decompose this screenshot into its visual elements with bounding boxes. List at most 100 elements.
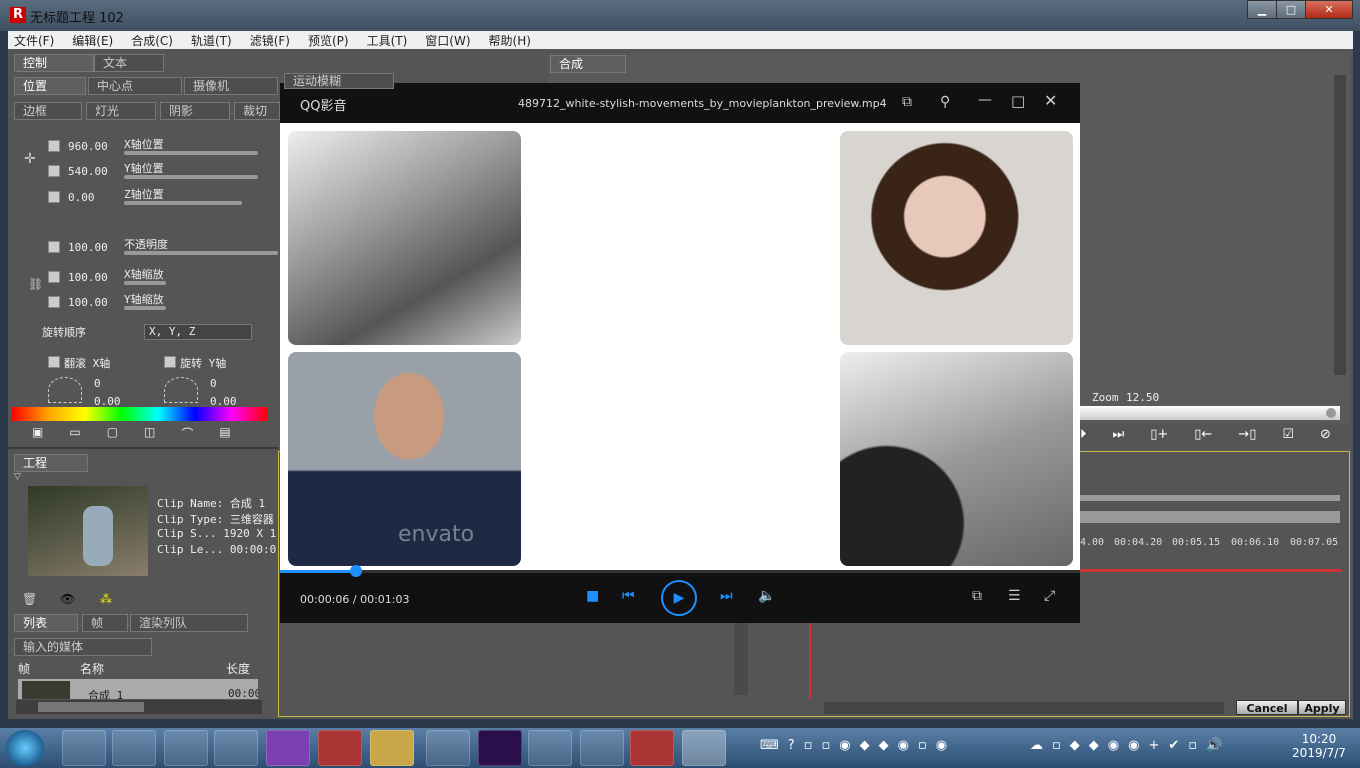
collapse-triangle-icon[interactable]: ▽ xyxy=(14,472,21,482)
tab-input-media[interactable]: 输入的媒体 xyxy=(14,638,152,656)
x-position-value[interactable]: 960.00 xyxy=(68,140,108,153)
zoom-slider[interactable] xyxy=(1080,406,1340,420)
x-position-slider[interactable] xyxy=(124,151,258,155)
media-row[interactable]: 合成 1 00:00 xyxy=(18,679,258,699)
tab-border[interactable]: 边框 xyxy=(14,102,82,120)
close-icon[interactable]: ✕ xyxy=(1044,91,1057,110)
tab-position[interactable]: 位置 xyxy=(14,77,86,95)
range-bar[interactable] xyxy=(1080,495,1340,501)
rect-split-icon[interactable]: ◫ xyxy=(144,425,155,445)
player-app-menu[interactable]: QQ影音 xyxy=(300,95,346,114)
rotate-checkbox[interactable] xyxy=(164,356,176,368)
rotate-dial[interactable] xyxy=(164,377,198,403)
tab-light[interactable]: 灯光 xyxy=(86,102,156,120)
winrar-icon[interactable] xyxy=(630,730,674,766)
tab-render-queue[interactable]: 渲染列队 xyxy=(130,614,248,632)
minimize-icon[interactable]: — xyxy=(978,92,992,108)
col-length[interactable]: 长度 xyxy=(226,660,250,677)
taskbar-app[interactable] xyxy=(266,730,310,766)
menu-edit[interactable]: 编辑(E) xyxy=(72,32,113,49)
system-tray-right[interactable]: ☁▫◆◆◉◉+✔▫🔊 xyxy=(1030,738,1260,758)
start-button[interactable] xyxy=(6,730,44,766)
z-position-value[interactable]: 0.00 xyxy=(68,191,95,204)
x-scale-value[interactable]: 100.00 xyxy=(68,271,108,284)
key-next-icon[interactable]: →▯ xyxy=(1238,427,1256,442)
nodes-icon[interactable]: ⁂ xyxy=(100,592,112,606)
add-key-icon[interactable]: ▯+ xyxy=(1150,427,1168,442)
after-effects-icon[interactable] xyxy=(478,730,522,766)
cancel-button[interactable]: Cancel xyxy=(1236,700,1298,715)
maximize-button[interactable]: □ xyxy=(1276,0,1306,19)
tab-crop[interactable]: 裁切 xyxy=(234,102,280,120)
taskbar-app[interactable] xyxy=(112,730,156,766)
fullscreen-icon[interactable]: ⤢ xyxy=(1044,588,1055,604)
y-scale-value[interactable]: 100.00 xyxy=(68,296,108,309)
pin-icon[interactable]: ⚲ xyxy=(940,94,950,110)
tab-compose[interactable]: 合成 xyxy=(550,55,626,73)
play-button[interactable]: ▶ xyxy=(661,580,697,616)
system-tray-left[interactable]: ⌨?▫▫◉◆◆◉▫◉ xyxy=(760,738,1020,758)
y-scale-slider[interactable] xyxy=(124,306,166,310)
flip-checkbox[interactable] xyxy=(48,356,60,368)
settings-sliders-icon[interactable]: ☰ xyxy=(1008,588,1021,604)
taskbar-app[interactable] xyxy=(164,730,208,766)
maximize-icon[interactable]: □ xyxy=(1011,92,1025,110)
mini-mode-icon[interactable]: ⧉ xyxy=(902,94,912,110)
flip-dial[interactable] xyxy=(48,377,82,403)
menu-tools[interactable]: 工具(T) xyxy=(367,32,408,49)
prop-checkbox[interactable] xyxy=(48,140,60,152)
trash-icon[interactable]: 🗑 xyxy=(22,592,37,606)
vertical-scrollbar[interactable] xyxy=(1334,75,1346,375)
check-icon[interactable]: ☑ xyxy=(1282,427,1294,442)
col-frame[interactable]: 帧 xyxy=(18,660,30,677)
step-forward-icon[interactable]: ⏵ xyxy=(1080,427,1087,442)
color-spectrum[interactable] xyxy=(12,407,268,421)
y-position-slider[interactable] xyxy=(124,175,258,179)
tab-center[interactable]: 中心点 xyxy=(88,77,182,95)
tab-motion-blur[interactable]: 运动模糊 xyxy=(284,73,394,89)
disable-icon[interactable]: ⊘ xyxy=(1320,427,1331,442)
menu-track[interactable]: 轨道(T) xyxy=(191,32,232,49)
progress-handle[interactable] xyxy=(350,565,362,577)
taskbar-app[interactable] xyxy=(62,730,106,766)
menu-filter[interactable]: 滤镜(F) xyxy=(250,32,290,49)
menu-window[interactable]: 窗口(W) xyxy=(425,32,470,49)
next-icon[interactable]: ⏭ xyxy=(720,588,733,604)
rect-icon[interactable]: ▭ xyxy=(69,425,80,445)
qq-player-taskbar[interactable] xyxy=(682,730,726,766)
eye-icon[interactable]: 👁 xyxy=(60,592,75,606)
horizontal-scrollbar[interactable] xyxy=(16,700,262,714)
prop-checkbox[interactable] xyxy=(48,241,60,253)
apply-button[interactable]: Apply xyxy=(1298,700,1346,715)
prop-checkbox[interactable] xyxy=(48,165,60,177)
close-button[interactable]: ✕ xyxy=(1305,0,1353,19)
tab-text[interactable]: 文本 xyxy=(94,54,164,72)
taskbar-app[interactable] xyxy=(318,730,362,766)
rotation-order-select[interactable]: X, Y, Z xyxy=(144,324,252,340)
taskbar-app[interactable] xyxy=(528,730,572,766)
screenshot-icon[interactable]: ⧉ xyxy=(972,588,982,604)
tab-frames[interactable]: 帧 xyxy=(82,614,128,632)
stop-icon[interactable]: ■ xyxy=(586,588,599,604)
tab-control[interactable]: 控制 xyxy=(14,54,94,72)
timeline-scrollbar[interactable] xyxy=(734,619,748,695)
key-prev-icon[interactable]: ▯← xyxy=(1194,427,1212,442)
tab-camera[interactable]: 摄像机 xyxy=(184,77,278,95)
menu-file[interactable]: 文件(F) xyxy=(14,32,54,49)
previous-icon[interactable]: ⏮ xyxy=(622,588,635,604)
tab-list[interactable]: 列表 xyxy=(14,614,78,632)
opacity-slider[interactable] xyxy=(124,251,278,255)
link-scale-icon[interactable]: ⛓ xyxy=(28,277,43,291)
video-frame[interactable]: envato xyxy=(280,123,1080,573)
x-scale-slider[interactable] xyxy=(124,281,166,285)
clock[interactable]: 10:20 2019/7/7 xyxy=(1290,732,1348,760)
tab-project[interactable]: 工程 xyxy=(14,454,88,472)
chrome-icon[interactable] xyxy=(214,730,258,766)
folder-icon[interactable] xyxy=(370,730,414,766)
opacity-value[interactable]: 100.00 xyxy=(68,241,108,254)
volume-icon[interactable]: 🔈 xyxy=(758,588,775,604)
range-slider[interactable] xyxy=(1080,511,1340,523)
rect-r-icon[interactable]: ▣ xyxy=(32,425,43,445)
z-position-slider[interactable] xyxy=(124,201,242,205)
progress-track[interactable] xyxy=(280,565,1080,577)
